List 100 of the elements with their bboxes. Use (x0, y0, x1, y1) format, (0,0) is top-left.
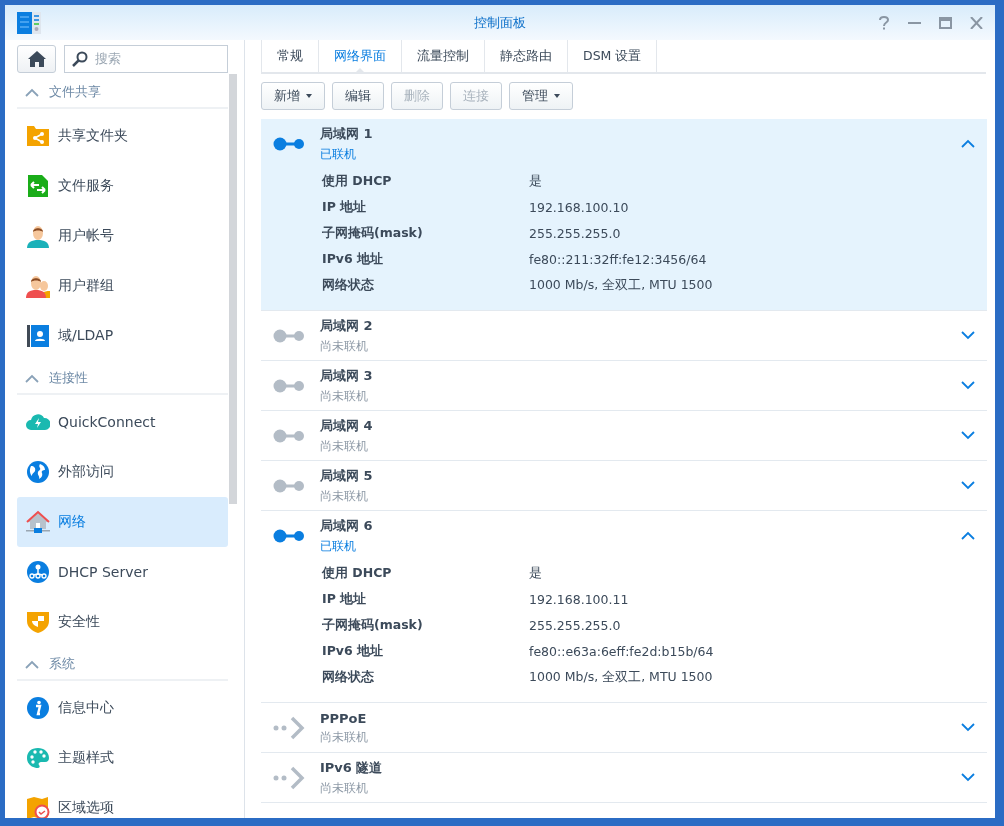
detail-label: 网络状态 (322, 667, 375, 686)
window-title: 控制面板 (474, 14, 526, 30)
sidebar-item[interactable]: 主题样式 (17, 733, 228, 783)
detail-value: fe80::211:32ff:fe12:3456/64 (529, 250, 708, 269)
section-header[interactable]: 文件共享 (17, 77, 228, 109)
connection-status: 尚未联机 (320, 781, 369, 796)
chevron-down-icon[interactable] (961, 331, 975, 340)
tab[interactable]: 常规 (261, 40, 318, 72)
sidebar-item[interactable]: 外部访问 (17, 447, 228, 497)
sidebar-item[interactable]: 区域选项 (17, 783, 228, 818)
user-icon (26, 224, 50, 248)
toolbar-button[interactable]: 编辑 (332, 82, 384, 110)
chevron-up-icon (25, 659, 39, 669)
chevron-up-icon (25, 373, 39, 383)
detail-label: 使用 DHCP (322, 171, 393, 190)
dhcp-icon (26, 560, 50, 584)
interface-name: 局域网 4 (320, 417, 374, 435)
caret-icon (306, 94, 312, 98)
scrollbar[interactable] (229, 74, 237, 504)
interface-panel[interactable]: 局域网 1 已联机 使用 DHCP 是 IP 地址 192.168.100.10 子网掩码(mask) 255.255.255.0 IPv6 地址 fe80::211:32ff:fe12:3456/64 网络状态 1000 Mb/s, 全双工, MTU 1500 (261, 119, 987, 311)
detail-value: 是 (529, 563, 543, 582)
sidebar-item[interactable]: 网络 (17, 497, 228, 547)
connection-status: 尚未联机 (320, 389, 369, 404)
interface-name: 局域网 1 (320, 125, 374, 143)
connection-status: 尚未联机 (320, 729, 369, 745)
search-field[interactable]: 搜索 (64, 44, 228, 73)
interface-name: 局域网 3 (320, 367, 374, 385)
interface-panel[interactable]: PPPoE 尚未联机 (261, 702, 987, 753)
interface-name: PPPoE (320, 710, 368, 726)
search-icon (72, 50, 88, 67)
interface-panel[interactable]: 局域网 4 尚未联机 (261, 410, 987, 461)
app-icon (17, 11, 41, 34)
chevron-down-icon[interactable] (961, 431, 975, 440)
detail-value: 255.255.255.0 (529, 616, 622, 635)
sidebar-item[interactable]: QuickConnect (17, 397, 228, 447)
detail-value: 192.168.100.10 (529, 198, 630, 217)
interface-name: 局域网 6 (320, 517, 374, 535)
detail-label: IP 地址 (322, 589, 368, 608)
chevron-up-icon (25, 87, 39, 97)
detail-label: 子网掩码(mask) (322, 615, 424, 634)
detail-label: IPv6 地址 (322, 641, 384, 660)
interface-name: 局域网 2 (320, 317, 374, 335)
interface-panel[interactable]: 局域网 5 尚未联机 (261, 460, 987, 511)
detail-label: 网络状态 (322, 275, 375, 294)
chevron-up-icon[interactable] (961, 531, 975, 540)
directory-book-icon (26, 324, 50, 348)
connection-status: 尚未联机 (320, 339, 369, 354)
interface-panel[interactable]: 局域网 6 已联机 使用 DHCP 是 IP 地址 192.168.100.11 子网掩码(mask) 255.255.255.0 IPv6 地址 fe80::e63a:6eff:fe2d:b15b/64 网络状态 1000 Mb/s, 全双工, MTU 1500 (261, 510, 987, 703)
globe-icon (26, 460, 50, 484)
tab[interactable]: DSM 设置 (567, 40, 658, 72)
toolbar-button[interactable]: 管理 (509, 82, 573, 110)
info-icon (26, 696, 50, 720)
user-group-icon (26, 274, 50, 298)
toolbar-button[interactable]: 新增 (261, 82, 325, 110)
chevron-down-icon[interactable] (961, 481, 975, 490)
detail-value: fe80::e63a:6eff:fe2d:b15b/64 (529, 642, 715, 661)
sidebar-item[interactable]: DHCP Server (17, 547, 228, 597)
close-icon[interactable] (970, 16, 983, 29)
detail-label: 子网掩码(mask) (322, 223, 424, 242)
sidebar-item[interactable]: 信息中心 (17, 683, 228, 733)
connection-status: 尚未联机 (320, 489, 369, 504)
help-icon[interactable] (878, 15, 890, 30)
chevron-down-icon[interactable] (961, 723, 975, 732)
sidebar-item[interactable]: 域/LDAP (17, 311, 228, 361)
interface-panel[interactable]: 局域网 3 尚未联机 (261, 360, 987, 411)
detail-value: 是 (529, 171, 543, 190)
caret-icon (554, 94, 560, 98)
section-header[interactable]: 系统 (17, 649, 228, 681)
sidebar-item[interactable]: 用户群组 (17, 261, 228, 311)
chevron-down-icon[interactable] (961, 773, 975, 782)
detail-label: IP 地址 (322, 197, 368, 216)
sidebar-item[interactable]: 安全性 (17, 597, 228, 647)
connection-status: 已联机 (320, 147, 357, 162)
interface-name: IPv6 隧道 (320, 759, 384, 777)
sidebar-item[interactable]: 文件服务 (17, 161, 228, 211)
tab[interactable]: 流量控制 (401, 40, 484, 72)
section-header[interactable]: 连接性 (17, 363, 228, 395)
chevron-up-icon[interactable] (961, 139, 975, 148)
connection-status: 尚未联机 (320, 439, 369, 454)
home-icon (27, 50, 46, 67)
tab[interactable]: 静态路由 (484, 40, 567, 72)
shared-folder-icon (26, 124, 50, 148)
interface-name: 局域网 5 (320, 467, 374, 485)
home-network-icon (26, 510, 50, 534)
connection-status: 已联机 (320, 539, 357, 554)
sidebar-item[interactable]: 共享文件夹 (17, 111, 228, 161)
detail-value: 1000 Mb/s, 全双工, MTU 1500 (529, 667, 714, 686)
interface-panel[interactable]: 局域网 2 尚未联机 (261, 310, 987, 361)
shield-icon (26, 610, 50, 634)
detail-label: IPv6 地址 (322, 249, 384, 268)
chevron-down-icon[interactable] (961, 381, 975, 390)
interface-panel[interactable]: IPv6 隧道 尚未联机 (261, 752, 987, 803)
home-button[interactable] (17, 44, 56, 73)
tab[interactable]: 网络界面 (318, 40, 401, 72)
sidebar-item[interactable]: 用户帐号 (17, 211, 228, 261)
detail-value: 1000 Mb/s, 全双工, MTU 1500 (529, 275, 714, 294)
detail-label: 使用 DHCP (322, 563, 393, 582)
maximize-icon[interactable] (939, 16, 952, 29)
detail-value: 192.168.100.11 (529, 590, 630, 609)
palette-icon (26, 746, 50, 770)
